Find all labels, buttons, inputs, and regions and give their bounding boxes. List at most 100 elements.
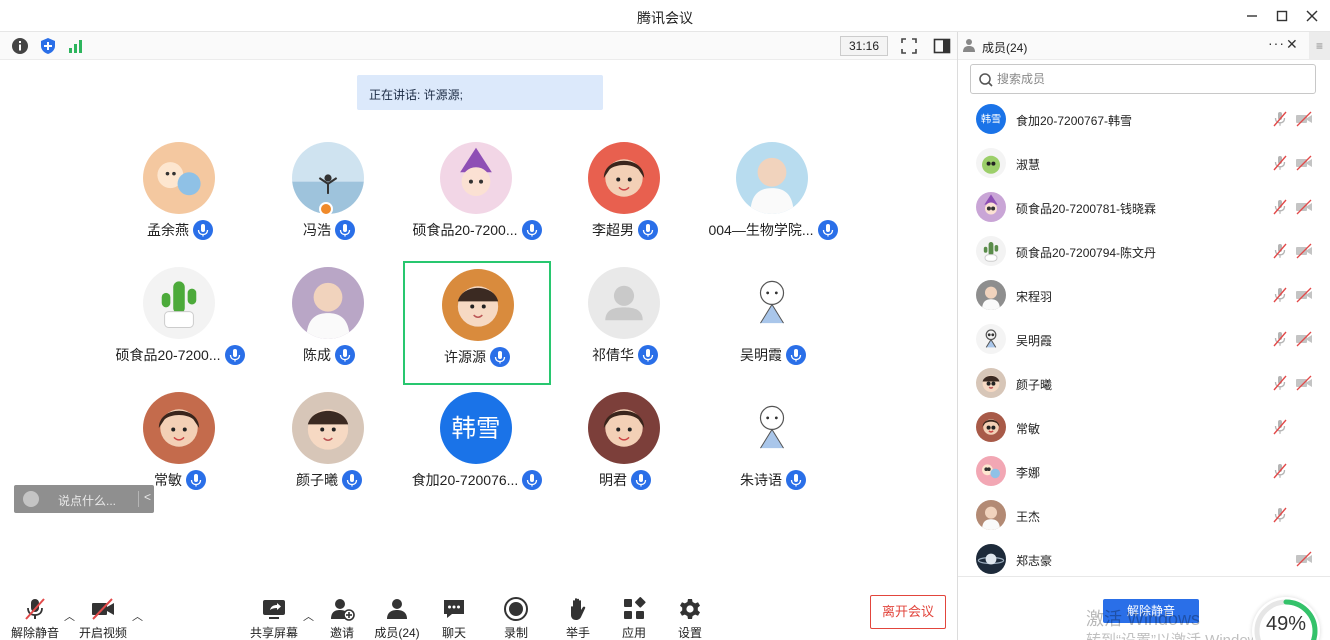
participant-tile[interactable]: 祁倩华 <box>551 261 699 385</box>
mic-muted-icon[interactable] <box>1271 110 1289 128</box>
member-name: 吴明霞 <box>1016 334 1053 348</box>
member-row[interactable]: 韩雪 食加20-7200767-韩雪 <box>958 98 1330 142</box>
mic-on-icon <box>335 345 355 365</box>
mic-muted-icon[interactable] <box>1271 462 1289 480</box>
hand-icon <box>571 598 586 620</box>
invite-button[interactable]: 邀请 <box>312 592 372 640</box>
mic-muted-icon[interactable] <box>1271 374 1289 392</box>
raise-hand-button[interactable]: 举手 <box>548 592 608 640</box>
member-row[interactable]: 郑志豪 <box>958 538 1330 576</box>
member-row[interactable]: 淑慧 <box>958 142 1330 186</box>
mic-muted-icon[interactable] <box>1271 198 1289 216</box>
panel-menu-button[interactable]: ≡ <box>1309 32 1330 60</box>
participant-tile[interactable]: 孟余燕 <box>106 136 254 260</box>
participant-tile[interactable]: 韩雪 食加20-720076... <box>403 386 551 510</box>
chat-collapse-button[interactable]: < <box>144 490 151 504</box>
emoji-icon[interactable] <box>23 491 39 507</box>
camera-off-icon <box>92 598 114 620</box>
member-avatar <box>976 544 1006 574</box>
member-row[interactable]: 王杰 <box>958 494 1330 538</box>
raise-hand-label: 举手 <box>565 626 590 640</box>
member-row[interactable]: 硕食品20-7200781-钱晓霖 <box>958 186 1330 230</box>
mic-on-icon <box>342 470 362 490</box>
maximize-button[interactable] <box>1272 6 1292 26</box>
camera-off-icon[interactable] <box>1294 110 1314 128</box>
mic-on-icon <box>786 345 806 365</box>
participant-tile[interactable]: 颜子曦 <box>255 386 403 510</box>
mic-muted-icon[interactable] <box>1271 154 1289 172</box>
camera-off-icon[interactable] <box>1294 550 1314 568</box>
signal-icon[interactable] <box>67 37 85 55</box>
participant-name-row: 004—生物学院... <box>679 220 867 242</box>
member-avatar <box>976 456 1006 486</box>
close-panel-button[interactable]: ✕ <box>1286 36 1298 53</box>
camera-off-icon[interactable] <box>1294 374 1314 392</box>
avatar <box>143 267 215 339</box>
participant-tile[interactable]: 陈成 <box>255 261 403 385</box>
avatar <box>588 142 660 214</box>
member-avatar <box>976 412 1006 442</box>
info-icon[interactable] <box>11 37 29 55</box>
unmute-button[interactable]: 解除静音 <box>5 592 65 640</box>
settings-button[interactable]: 设置 <box>660 592 720 640</box>
participant-tile[interactable]: 吴明霞 <box>699 261 847 385</box>
camera-off-icon[interactable] <box>1294 198 1314 216</box>
mic-muted-icon[interactable] <box>1271 286 1289 304</box>
participant-tile[interactable]: 硕食品20-7200... <box>106 261 254 385</box>
participant-tile[interactable]: 朱诗语 <box>699 386 847 510</box>
mic-muted-icon[interactable] <box>1271 242 1289 260</box>
participant-tile[interactable]: 硕食品20-7200... <box>403 136 551 260</box>
participant-tile[interactable]: 李超男 <box>551 136 699 260</box>
title-bar: 腾讯会议 <box>0 0 1330 32</box>
member-row[interactable]: 吴明霞 <box>958 318 1330 362</box>
participant-name: 004—生物学院... <box>708 222 814 238</box>
leave-meeting-button[interactable]: 离开会议 <box>870 595 946 629</box>
chat-input-bar[interactable]: 说点什么... < <box>14 485 154 513</box>
member-row[interactable]: 颜子曦 <box>958 362 1330 406</box>
shield-icon[interactable] <box>39 37 57 55</box>
mic-muted-icon[interactable] <box>1271 418 1289 436</box>
minimize-button[interactable] <box>1242 6 1262 26</box>
sidebar-toggle-icon[interactable] <box>933 37 951 55</box>
share-screen-button[interactable]: 共享屏幕 <box>244 592 304 640</box>
avatar <box>736 142 808 214</box>
apps-button[interactable]: 应用 <box>604 592 664 640</box>
participant-name: 冯浩 <box>303 222 331 238</box>
more-options-button[interactable]: ··· <box>1268 35 1285 51</box>
camera-off-icon[interactable] <box>1294 286 1314 304</box>
participant-tile[interactable]: 许源源 <box>403 261 551 385</box>
mic-muted-icon[interactable] <box>1271 330 1289 348</box>
members-button[interactable]: 成员(24) <box>367 592 427 640</box>
member-row[interactable]: 李娜 <box>958 450 1330 494</box>
member-avatar <box>976 368 1006 398</box>
fullscreen-icon[interactable] <box>900 37 918 55</box>
meeting-timer: 31:16 <box>840 36 888 56</box>
member-row[interactable]: 宋程羽 <box>958 274 1330 318</box>
record-button[interactable]: 录制 <box>486 592 546 640</box>
search-input[interactable] <box>997 70 1297 88</box>
avatar <box>440 142 512 214</box>
camera-off-icon[interactable] <box>1294 242 1314 260</box>
gauge-percent: 49% <box>1265 613 1307 635</box>
chat-icon <box>444 600 464 618</box>
chat-button[interactable]: 聊天 <box>424 592 484 640</box>
chat-label: 聊天 <box>441 626 466 640</box>
close-window-button[interactable] <box>1302 6 1322 26</box>
chat-placeholder[interactable]: 说点什么... <box>58 492 116 509</box>
member-row[interactable]: 硕食品20-7200794-陈文丹 <box>958 230 1330 274</box>
invite-label: 邀请 <box>329 626 354 640</box>
video-options-caret[interactable]: ︿ <box>132 608 144 623</box>
avatar <box>588 392 660 464</box>
member-row[interactable]: 常敏 <box>958 406 1330 450</box>
start-video-button[interactable]: 开启视频 <box>73 592 133 640</box>
mic-muted-icon[interactable] <box>1271 506 1289 524</box>
participant-tile[interactable]: 冯浩 <box>255 136 403 260</box>
performance-gauge[interactable]: 49% <box>1252 597 1320 640</box>
participant-tile[interactable]: 明君 <box>551 386 699 510</box>
member-search[interactable] <box>970 64 1316 94</box>
camera-off-icon[interactable] <box>1294 154 1314 172</box>
avatar <box>292 267 364 339</box>
member-list[interactable]: 韩雪 食加20-7200767-韩雪 淑慧 硕食品20-7200781-钱晓霖 硕… <box>958 98 1330 576</box>
participant-tile[interactable]: 004—生物学院... <box>699 136 847 260</box>
camera-off-icon[interactable] <box>1294 330 1314 348</box>
